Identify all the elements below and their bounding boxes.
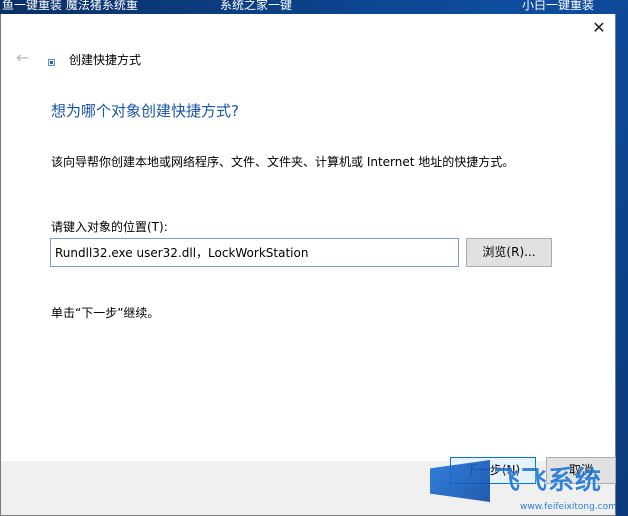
desktop-icon-label[interactable]: 系统之家一键 — [220, 0, 292, 12]
desktop-icon-label[interactable]: 鱼一键重装 魔法猪系统重 — [2, 0, 138, 12]
wizard-description: 该向导帮你创建本地或网络程序、文件、文件夹、计算机或 Internet 地址的快… — [51, 155, 515, 169]
create-shortcut-dialog: ✕ ← 创建快捷方式 想为哪个对象创建快捷方式? 该向导帮你创建本地或网络程序、… — [0, 14, 616, 516]
back-arrow-icon[interactable]: ← — [16, 49, 36, 67]
location-input[interactable] — [50, 238, 459, 267]
desktop-icon-labels: 鱼一键重装 魔法猪系统重 系统之家一键 小白一键重装 — [0, 0, 628, 14]
next-button[interactable]: 下一步(N) — [450, 457, 536, 484]
close-button[interactable]: ✕ — [583, 14, 615, 42]
continue-hint: 单击“下一步”继续。 — [51, 306, 160, 320]
dialog-title: 创建快捷方式 — [69, 53, 142, 67]
cancel-button[interactable]: 取消 — [546, 457, 616, 484]
page-heading: 想为哪个对象创建快捷方式? — [51, 102, 239, 120]
location-label: 请键入对象的位置(T): — [51, 220, 168, 234]
desktop-icon-label[interactable]: 小白一键重装 — [522, 0, 594, 12]
browse-button[interactable]: 浏览(R)... — [466, 238, 552, 267]
shortcut-wizard-icon — [48, 59, 55, 66]
